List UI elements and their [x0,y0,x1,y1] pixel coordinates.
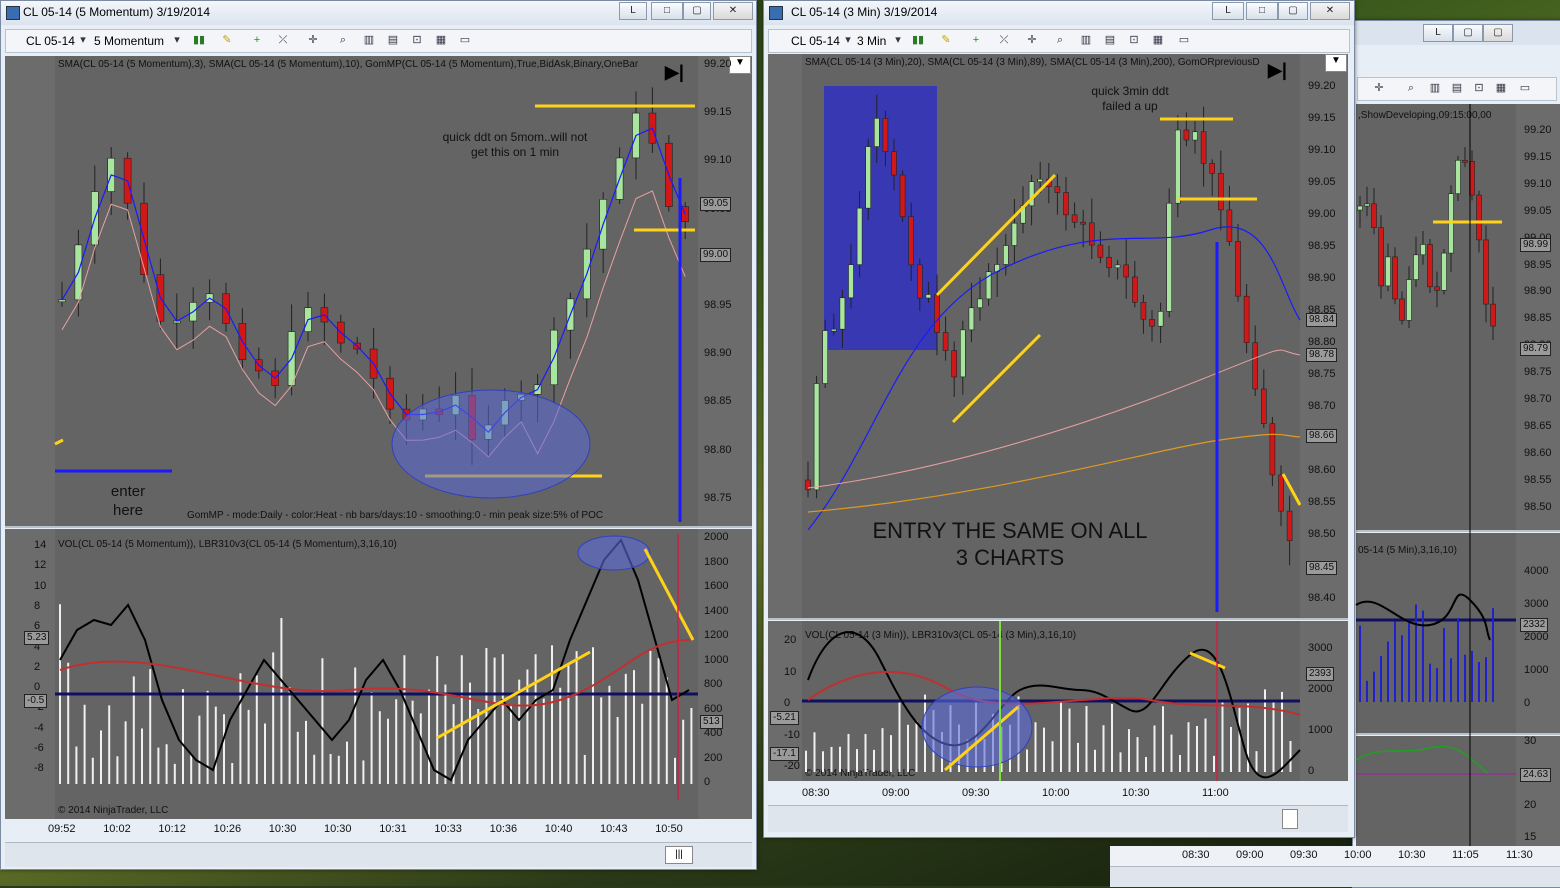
candle-body [934,294,940,333]
candle-body [891,151,897,176]
candle-body [1011,222,1018,246]
candle-body [1243,295,1250,343]
drawn-line [643,548,695,641]
candle-body [1434,286,1440,291]
candle-body [1054,186,1061,193]
candle-body [848,264,854,299]
candle-body [822,330,829,384]
candle-body [1209,163,1215,174]
candle-body [1286,510,1293,541]
drawn-line [935,173,1057,297]
candle-body [1455,159,1461,194]
candle-body [1420,244,1426,256]
highlight-ellipse [391,389,591,499]
candle-body [1462,159,1468,163]
candle-body [1413,254,1419,280]
candle-body [1483,239,1489,305]
candle-body [1357,205,1363,211]
sma-89-line [807,349,1301,489]
candle-body [805,479,811,491]
candle-body [813,383,820,491]
candle-body [1114,264,1121,269]
candle-body [1427,244,1433,288]
candle-body [1278,474,1284,512]
drawn-line [54,438,64,446]
candle-body [977,298,983,309]
signal-line [807,670,1301,716]
candle-body [908,216,915,266]
sma-200-line [807,433,1301,513]
candle-body [1166,202,1172,312]
chart-drawings [54,86,1516,846]
candle-body [1490,303,1496,327]
candle-body [1192,131,1198,141]
candle-body [1392,256,1398,300]
oscillator-line [59,538,690,782]
candle-body [1378,227,1384,287]
candle-body [1063,192,1069,216]
candle-body [1132,276,1138,303]
candle-body [1183,129,1190,141]
highlight-ellipse [577,535,651,571]
candle-body [839,297,846,330]
candle-body [865,146,872,209]
candle-body [1002,245,1009,265]
drawn-line [951,333,1042,424]
candle-body [899,174,906,217]
drawn-line [1281,473,1302,506]
candle-body [1252,342,1258,390]
candle-body [873,118,880,147]
highlight-ellipse [921,686,1033,768]
candle-body [968,307,975,331]
candle-body [959,329,966,378]
candle-body [1071,214,1078,223]
candle-body [1106,256,1112,269]
candle-body [1123,264,1129,278]
candle-body [1235,241,1241,297]
candle-body [1406,279,1412,321]
candle-body [1149,318,1155,327]
candle-body [951,350,958,378]
candle-body [58,299,66,303]
candle-body [830,328,837,332]
candle-body [1097,244,1104,258]
candle-body [882,118,889,153]
candle-body [1364,203,1370,207]
candle-body [1037,178,1043,183]
candle-body [1200,131,1207,164]
candle-body [1080,221,1086,225]
candle-body [942,332,949,351]
candle-body [916,264,923,299]
candle-body [1371,203,1377,228]
candle-body [1441,252,1447,291]
candle-body [1385,256,1391,287]
candle-body [1399,298,1405,321]
candle-body [1218,173,1224,211]
candle-body [856,207,863,265]
candle-body [1140,301,1147,320]
sma-slow-line [61,190,686,458]
candle-body [1175,129,1181,204]
candle-body [1269,423,1276,476]
candle-body [1226,209,1233,242]
drawn-line [1189,651,1226,670]
candle-body [1476,194,1482,241]
candle-body [1261,388,1267,424]
candle-body [1157,311,1164,327]
candle-body [925,294,932,299]
